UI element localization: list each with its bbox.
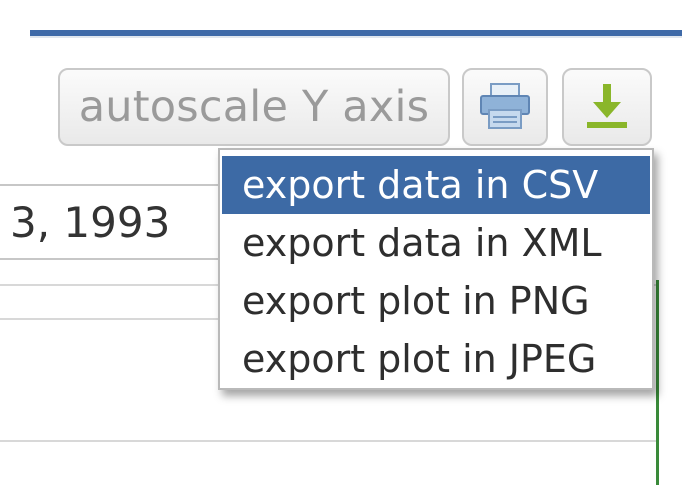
download-icon (587, 84, 627, 128)
menu-item-export-xml[interactable]: export data in XML (222, 214, 650, 272)
print-button[interactable] (462, 68, 548, 146)
date-field-value: 3, 1993 (10, 198, 171, 247)
plot-series-line (656, 280, 659, 485)
autoscale-y-axis-label: autoscale Y axis (78, 82, 430, 132)
panel-divider (30, 36, 682, 38)
date-field[interactable]: 3, 1993 (0, 184, 232, 260)
plot-gridline (0, 440, 656, 442)
plot-gridline (0, 318, 218, 320)
menu-item-export-csv[interactable]: export data in CSV (222, 156, 650, 214)
export-menu: export data in CSV export data in XML ex… (218, 148, 654, 390)
export-button[interactable] (562, 68, 652, 146)
print-icon (480, 83, 530, 129)
autoscale-y-axis-button[interactable]: autoscale Y axis (58, 68, 450, 146)
menu-item-export-png[interactable]: export plot in PNG (222, 272, 650, 330)
menu-item-export-jpeg[interactable]: export plot in JPEG (222, 330, 650, 388)
